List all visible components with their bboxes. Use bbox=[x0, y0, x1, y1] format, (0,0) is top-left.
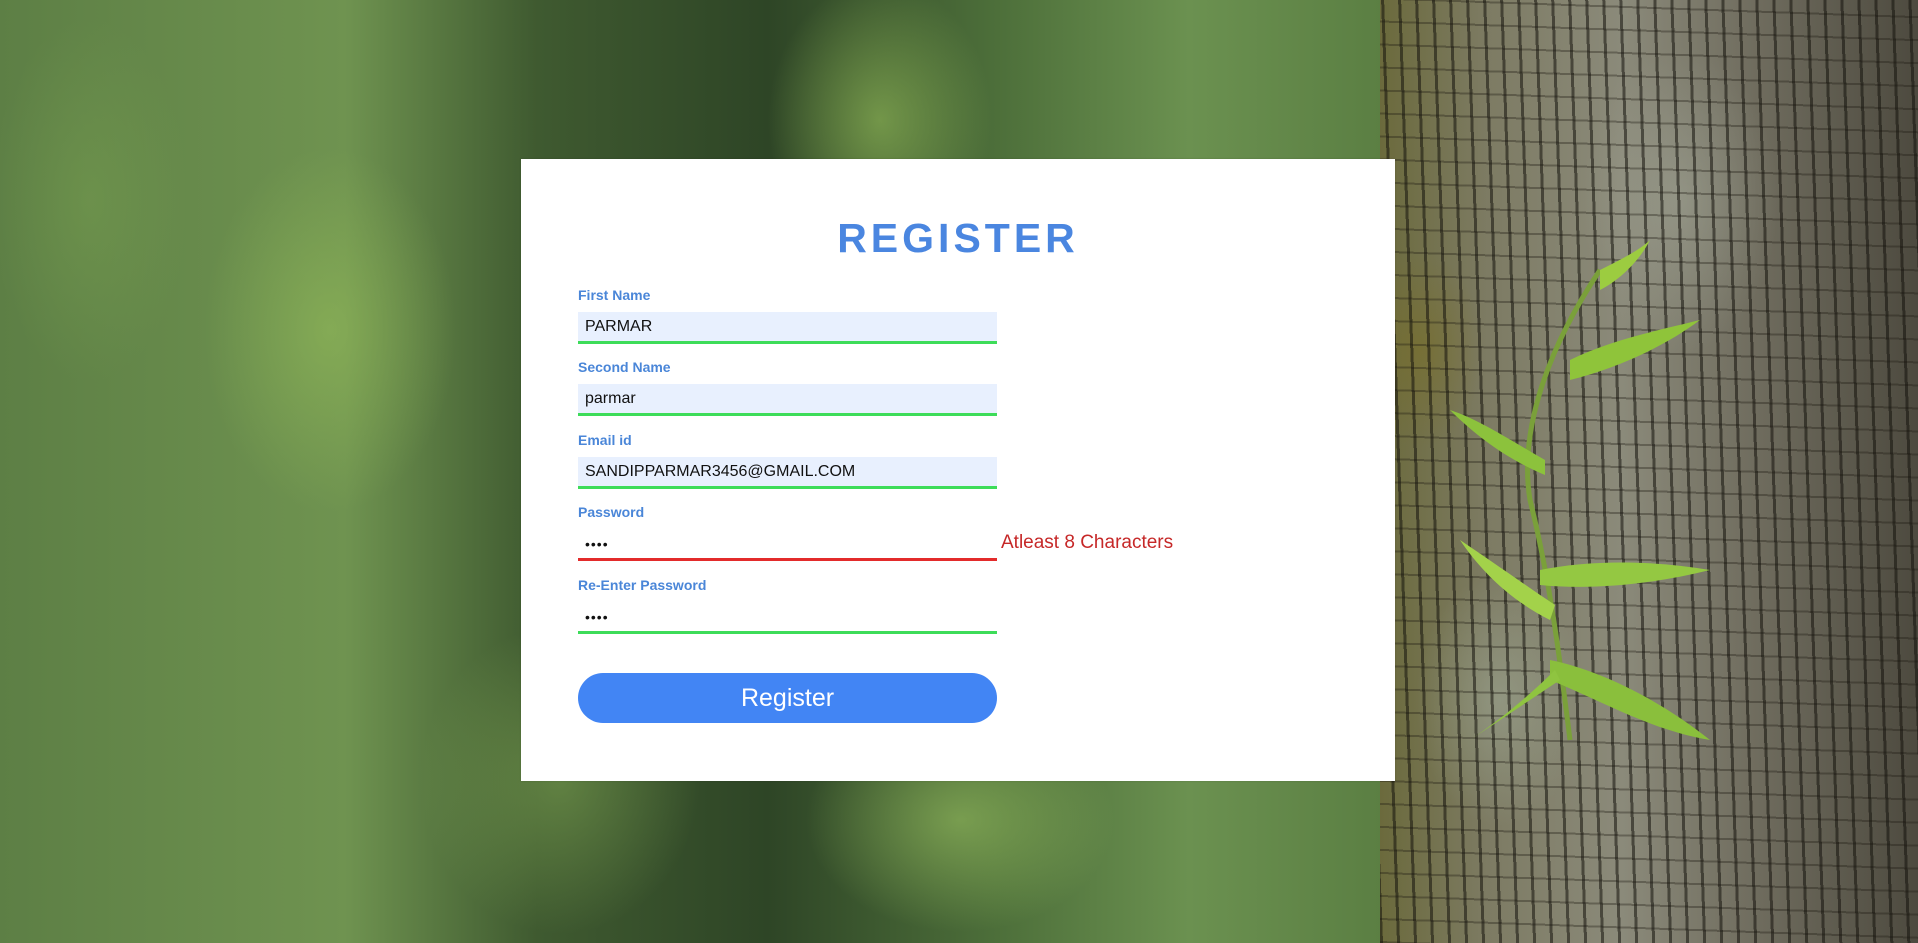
email-input[interactable] bbox=[578, 457, 997, 489]
password-input[interactable] bbox=[578, 529, 997, 561]
page-title: REGISTER bbox=[837, 215, 1079, 261]
reenter-password-input[interactable] bbox=[578, 602, 997, 634]
second-name-label: Second Name bbox=[578, 359, 671, 375]
first-name-input[interactable] bbox=[578, 312, 997, 344]
register-button[interactable]: Register bbox=[578, 673, 997, 723]
password-error-message: Atleast 8 Characters bbox=[1001, 532, 1174, 553]
password-label: Password bbox=[578, 504, 645, 520]
background-sprout-image bbox=[1450, 240, 1710, 741]
reenter-password-label: Re-Enter Password bbox=[578, 577, 707, 593]
register-card: REGISTER First Name Second Name Email id… bbox=[521, 159, 1395, 781]
first-name-label: First Name bbox=[578, 287, 651, 303]
email-label: Email id bbox=[578, 432, 632, 448]
second-name-input[interactable] bbox=[578, 384, 997, 416]
